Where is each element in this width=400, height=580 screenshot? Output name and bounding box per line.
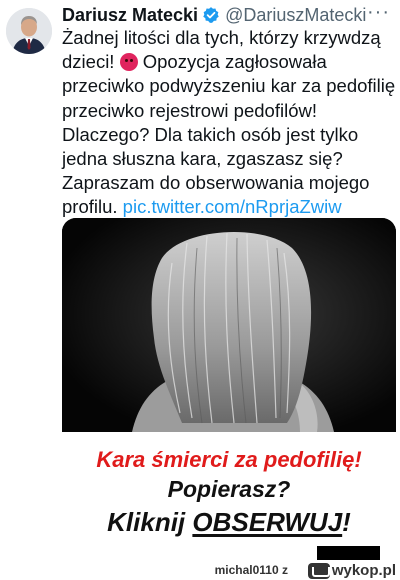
angry-face-emoji-icon: [119, 53, 138, 72]
tweet-text-line: jedna słuszna kara, zgaszasz się?: [62, 148, 343, 170]
tweet-header: Dariusz Matecki @DariuszMatecki ···: [62, 2, 390, 27]
tweet-text-segment: profilu.: [62, 196, 118, 218]
uploader-username: michal0110 z: [214, 563, 288, 577]
tweet-text-segment: Opozycja zagłosowała: [142, 51, 327, 73]
tweet-text-line: Dlaczego? Dla takich osób jest tylko: [62, 123, 359, 145]
tweet-text-line: profilu. pic.twitter.com/nRprjaZwiw: [62, 195, 400, 219]
tweet-text-line: Żadnej litości dla tych, którzy krzywdzą: [62, 27, 381, 48]
author-name[interactable]: Dariusz Matecki: [62, 5, 198, 26]
banner-cta-text: Kliknij: [107, 507, 193, 537]
media-link[interactable]: pic.twitter.com/nRprjaZwiw: [123, 196, 342, 217]
author-handle[interactable]: @DariuszMatecki: [225, 5, 366, 26]
tweet-text-line: przeciwko rejestrowi pedofilów!: [62, 99, 317, 121]
wykop-logo: wykop.pl: [307, 562, 396, 579]
tweet-text: Żadnej litości dla tych, którzy krzywdzą…: [62, 26, 400, 220]
banner-question: Popierasz?: [167, 476, 291, 502]
banner-headline: Kara śmierci za pedofilię!: [96, 447, 362, 472]
banner-call-to-action: Kliknij OBSERWUJ!: [62, 507, 396, 538]
girl-photo: [62, 218, 396, 432]
tweet-text-line: Zapraszam do obserwowania mojego: [62, 172, 370, 194]
promo-banner: Kara śmierci za pedofilię! Popierasz? Kl…: [62, 432, 396, 562]
tweet-text-segment: dzieci!: [62, 51, 115, 73]
more-options-icon[interactable]: ···: [367, 2, 390, 22]
verified-badge-icon: [202, 6, 220, 24]
banner-cta-underlined: OBSERWUJ: [192, 507, 343, 537]
tweet-card: Dariusz Matecki @DariuszMatecki ··· Żadn…: [0, 0, 400, 562]
wykop-site-name: wykop.pl: [331, 562, 396, 579]
watermark-footer: michal0110 z wykop.pl: [0, 562, 400, 580]
banner-cta-suffix: !: [342, 507, 351, 537]
tweet-media[interactable]: Kara śmierci za pedofilię! Popierasz? Kl…: [62, 218, 396, 562]
tweet-text-line: dzieci! Opozycja zagłosowała: [62, 50, 400, 74]
tweet-text-line: przeciwko podwyższeniu kar za pedofilię …: [62, 75, 400, 97]
avatar[interactable]: [6, 8, 52, 54]
redaction-bar: [317, 546, 380, 560]
wykop-logo-icon: [307, 562, 330, 579]
